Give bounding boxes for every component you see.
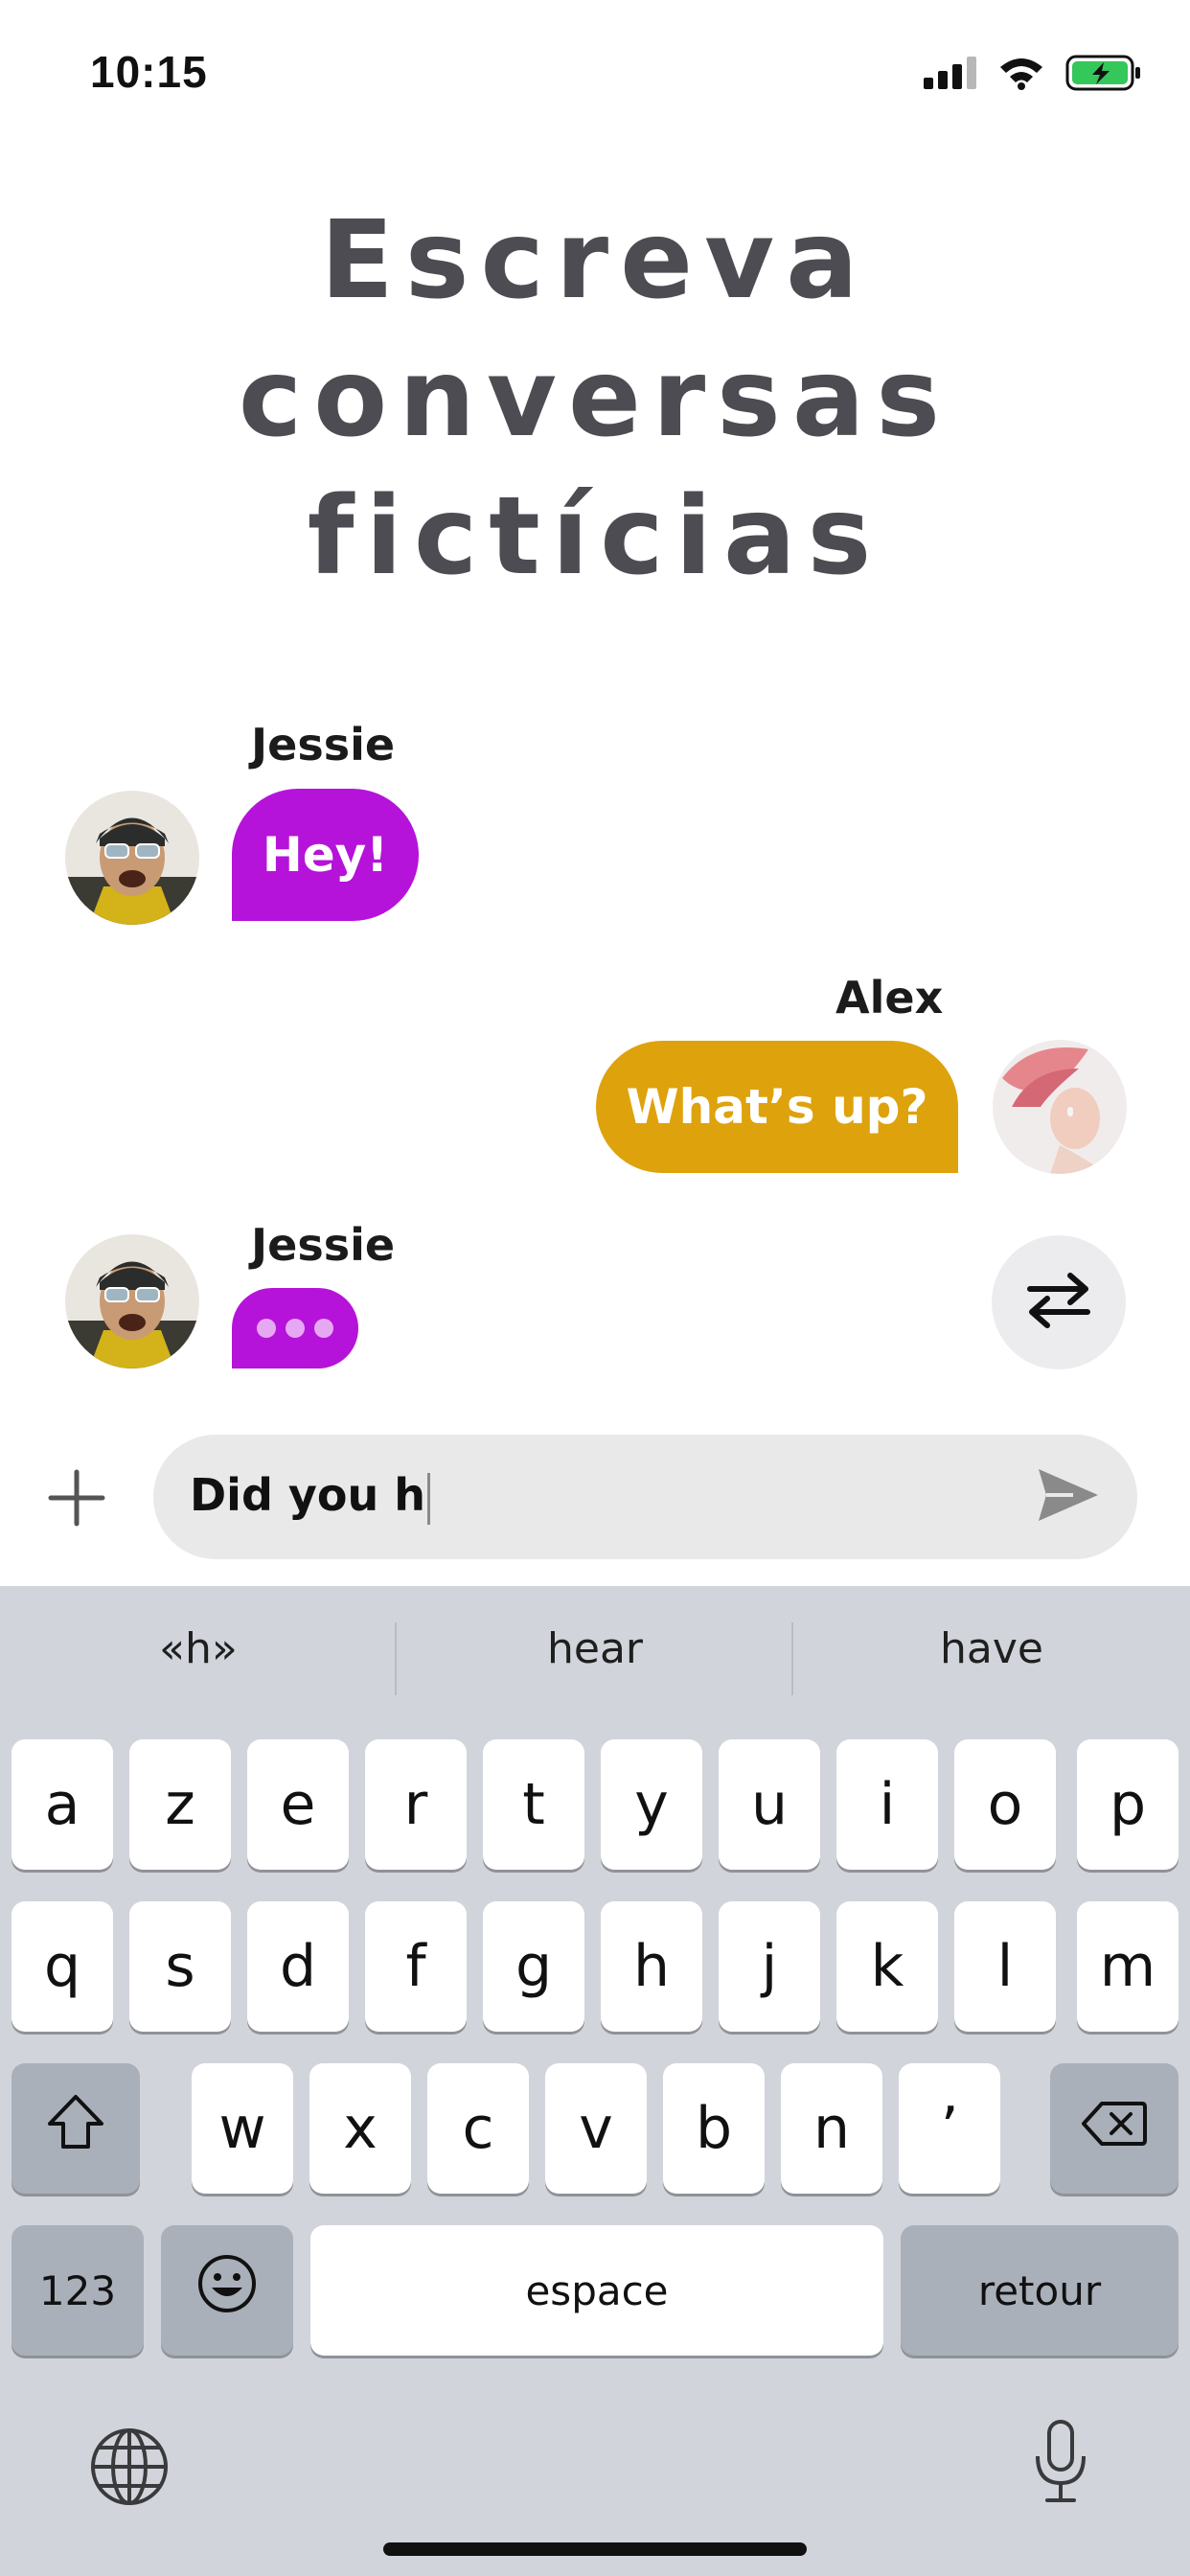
key-r[interactable]: r bbox=[365, 1739, 467, 1870]
emoji-icon bbox=[196, 2253, 258, 2329]
sender-name: Alex bbox=[835, 972, 944, 1024]
space-key[interactable]: espace bbox=[310, 2225, 883, 2356]
key-d[interactable]: d bbox=[247, 1901, 349, 2032]
keyboard: «h» hear have a z e r t y u i o p q s d … bbox=[0, 1586, 1190, 2576]
message-bubble[interactable]: Hey! bbox=[232, 789, 419, 921]
send-icon bbox=[1037, 1467, 1100, 1528]
message-input-value: Did you h bbox=[190, 1469, 425, 1521]
key-f[interactable]: f bbox=[365, 1901, 467, 2032]
key-m[interactable]: m bbox=[1077, 1901, 1179, 2032]
shift-icon bbox=[46, 2093, 105, 2165]
title-line: Escreva bbox=[320, 198, 870, 323]
microphone-icon bbox=[1032, 2418, 1089, 2511]
key-w[interactable]: w bbox=[192, 2063, 293, 2194]
screen: 10:15 Escreva conversas fictícias Jessie… bbox=[0, 0, 1190, 2576]
key-e[interactable]: e bbox=[247, 1739, 349, 1870]
message-bubble[interactable]: What’s up? bbox=[596, 1041, 958, 1173]
key-z[interactable]: z bbox=[129, 1739, 231, 1870]
add-button[interactable] bbox=[43, 1466, 110, 1533]
suggestion-item[interactable]: hear bbox=[397, 1624, 793, 1673]
key-g[interactable]: g bbox=[483, 1901, 584, 2032]
home-indicator[interactable] bbox=[383, 2542, 807, 2556]
key-p[interactable]: p bbox=[1077, 1739, 1179, 1870]
key-t[interactable]: t bbox=[483, 1739, 584, 1870]
key-k[interactable]: k bbox=[836, 1901, 938, 2032]
key-h[interactable]: h bbox=[601, 1901, 702, 2032]
status-icons bbox=[924, 54, 1142, 96]
swap-sender-button[interactable] bbox=[992, 1235, 1126, 1369]
page-title: Escreva conversas fictícias bbox=[0, 192, 1190, 606]
emoji-key[interactable] bbox=[161, 2225, 293, 2356]
backspace-icon bbox=[1081, 2095, 1148, 2162]
wifi-icon bbox=[998, 56, 1044, 95]
key-y[interactable]: y bbox=[601, 1739, 702, 1870]
send-button[interactable] bbox=[1030, 1463, 1107, 1530]
backspace-key[interactable] bbox=[1050, 2063, 1179, 2194]
avatar[interactable] bbox=[65, 791, 199, 925]
sender-name: Jessie bbox=[251, 719, 396, 770]
key-c[interactable]: c bbox=[427, 2063, 529, 2194]
key-o[interactable]: o bbox=[954, 1739, 1056, 1870]
key-u[interactable]: u bbox=[719, 1739, 820, 1870]
avatar[interactable] bbox=[65, 1234, 199, 1368]
message-input-text[interactable]: Did you h bbox=[190, 1469, 430, 1525]
globe-icon bbox=[89, 2426, 170, 2512]
key-apostrophe[interactable]: ’ bbox=[899, 2063, 1000, 2194]
battery-charging-icon bbox=[1065, 54, 1142, 97]
title-line: conversas bbox=[238, 336, 952, 461]
key-i[interactable]: i bbox=[836, 1739, 938, 1870]
key-s[interactable]: s bbox=[129, 1901, 231, 2032]
key-v[interactable]: v bbox=[545, 2063, 647, 2194]
dictation-button[interactable] bbox=[1018, 2416, 1104, 2512]
typing-dot bbox=[286, 1319, 305, 1338]
key-n[interactable]: n bbox=[781, 2063, 882, 2194]
title-line: fictícias bbox=[307, 474, 883, 599]
return-key[interactable]: retour bbox=[901, 2225, 1179, 2356]
typing-indicator bbox=[232, 1288, 358, 1368]
avatar[interactable] bbox=[993, 1040, 1127, 1174]
suggestion-item[interactable]: have bbox=[793, 1624, 1190, 1673]
suggestion-item[interactable]: «h» bbox=[0, 1624, 397, 1673]
key-l[interactable]: l bbox=[954, 1901, 1056, 2032]
signal-icon bbox=[924, 56, 977, 94]
key-j[interactable]: j bbox=[719, 1901, 820, 2032]
globe-button[interactable] bbox=[86, 2426, 172, 2512]
sender-name: Jessie bbox=[251, 1219, 396, 1271]
plus-icon bbox=[47, 1468, 106, 1532]
numbers-key[interactable]: 123 bbox=[11, 2225, 144, 2356]
suggestion-bar: «h» hear have bbox=[0, 1586, 1190, 1730]
key-q[interactable]: q bbox=[11, 1901, 113, 2032]
typing-dot bbox=[314, 1319, 333, 1338]
key-x[interactable]: x bbox=[309, 2063, 411, 2194]
status-time: 10:15 bbox=[90, 47, 208, 97]
swap-arrows-icon bbox=[1024, 1270, 1093, 1336]
typing-dot bbox=[257, 1319, 276, 1338]
key-b[interactable]: b bbox=[663, 2063, 765, 2194]
message-input[interactable]: Did you h bbox=[153, 1435, 1137, 1559]
text-caret bbox=[427, 1472, 430, 1525]
shift-key[interactable] bbox=[11, 2063, 140, 2194]
key-a[interactable]: a bbox=[11, 1739, 113, 1870]
